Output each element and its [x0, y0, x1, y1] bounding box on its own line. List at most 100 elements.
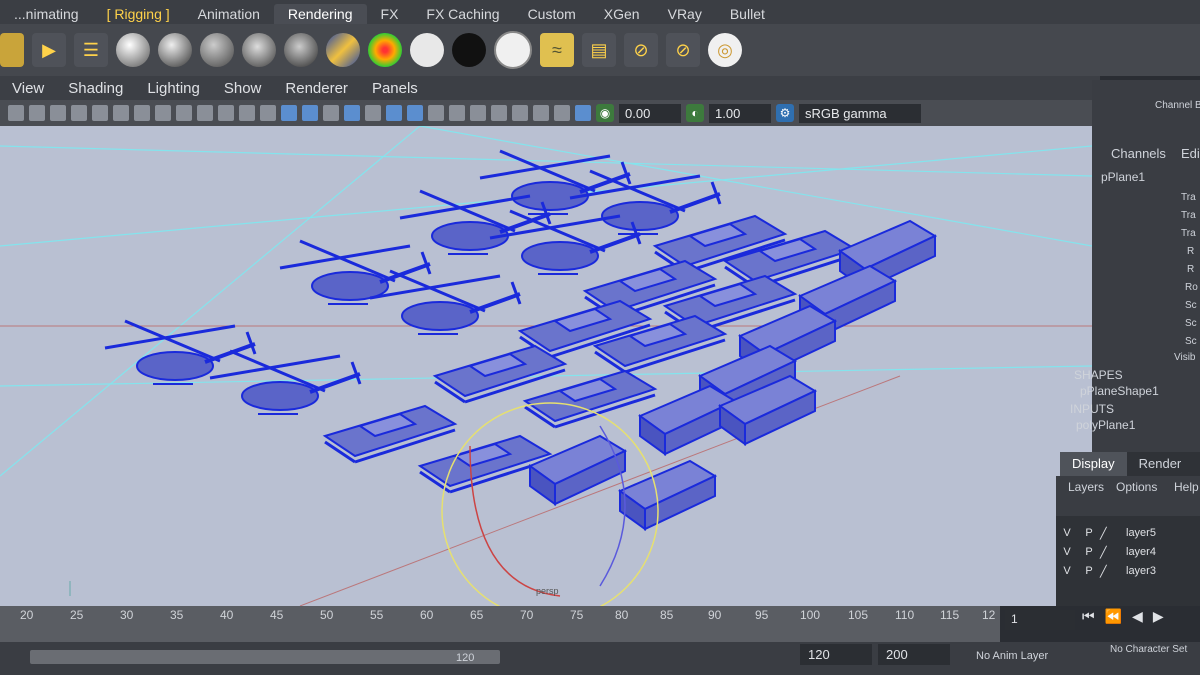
- attr-translate-y[interactable]: Tra: [1181, 210, 1196, 221]
- shelf-tab-rigging[interactable]: [ Rigging ]: [93, 4, 184, 24]
- color-management-icon[interactable]: ⚙: [776, 104, 794, 122]
- time-slider[interactable]: 20 25 30 35 40 45 50 55 60 65 70 75 80 8…: [0, 606, 1000, 642]
- attr-rotate-z[interactable]: Ro: [1185, 282, 1198, 293]
- camera-attributes-icon[interactable]: [29, 105, 45, 121]
- sphere-blinn-icon[interactable]: [158, 33, 192, 67]
- sphere-phong-icon[interactable]: [242, 33, 276, 67]
- sphere-black-icon[interactable]: [452, 33, 486, 67]
- sphere-heat-icon[interactable]: [368, 33, 402, 67]
- sphere-outline-icon[interactable]: [494, 31, 532, 69]
- layer-row-3[interactable]: V P ╱ layer3: [1056, 562, 1200, 580]
- shelf-tab-animating[interactable]: ...nimating: [0, 4, 93, 24]
- attr-visibility[interactable]: Visib: [1174, 352, 1196, 363]
- layer3-visibility[interactable]: V: [1056, 565, 1078, 577]
- layers-menu[interactable]: Layers: [1068, 480, 1104, 494]
- resolution-gate-icon[interactable]: [176, 105, 192, 121]
- layer4-name[interactable]: layer4: [1126, 546, 1156, 558]
- shape-name[interactable]: pPlaneShape1: [1080, 384, 1159, 398]
- isolate-select-icon[interactable]: [512, 105, 528, 121]
- render-view-icon[interactable]: ≈: [540, 33, 574, 67]
- help-menu[interactable]: Help: [1174, 480, 1199, 494]
- menu-shading[interactable]: Shading: [56, 80, 135, 97]
- current-frame-field[interactable]: 1: [1005, 610, 1075, 630]
- depth-of-field-icon[interactable]: [491, 105, 507, 121]
- default-material-icon[interactable]: [323, 105, 339, 121]
- textured-icon[interactable]: [365, 105, 381, 121]
- gamma-icon[interactable]: ◐: [686, 104, 704, 122]
- camera-icon[interactable]: [0, 33, 24, 67]
- menu-show[interactable]: Show: [212, 80, 274, 97]
- film-gate-icon[interactable]: [155, 105, 171, 121]
- twod-pan-icon[interactable]: [92, 105, 108, 121]
- shelf-tab-animation[interactable]: Animation: [184, 4, 274, 24]
- sphere-white-icon[interactable]: [410, 33, 444, 67]
- display-tab[interactable]: Display: [1060, 452, 1127, 476]
- attr-translate-z[interactable]: Tra: [1181, 228, 1196, 239]
- layer5-name[interactable]: layer5: [1126, 527, 1156, 539]
- attr-scale-x[interactable]: Sc: [1185, 300, 1197, 311]
- gamma-field[interactable]: 1.00: [709, 103, 771, 123]
- color-space-field[interactable]: sRGB gamma: [799, 103, 921, 123]
- attr-scale-y[interactable]: Sc: [1185, 318, 1197, 329]
- end-time-field[interactable]: 120: [800, 644, 872, 665]
- xray-icon[interactable]: [533, 105, 549, 121]
- ipr-render-icon[interactable]: ⊘: [624, 33, 658, 67]
- layer-row-5[interactable]: V P ╱ layer5: [1056, 524, 1200, 542]
- layer4-playback[interactable]: P: [1078, 546, 1100, 558]
- render-target-icon[interactable]: ◎: [708, 33, 742, 67]
- input-name[interactable]: polyPlane1: [1076, 418, 1135, 432]
- layer3-playback[interactable]: P: [1078, 565, 1100, 577]
- shelf-tab-bullet[interactable]: Bullet: [716, 4, 779, 24]
- play-forward-icon[interactable]: ▶: [1153, 608, 1164, 625]
- xray-active-icon[interactable]: [554, 105, 570, 121]
- layer-row-4[interactable]: V P ╱ layer4: [1056, 543, 1200, 561]
- range-slider-track[interactable]: [30, 650, 500, 664]
- shadows-icon[interactable]: [407, 105, 423, 121]
- anim-layer-dropdown[interactable]: No Anim Layer: [976, 650, 1048, 662]
- render-settings-icon[interactable]: ☰: [74, 33, 108, 67]
- layer5-playback[interactable]: P: [1078, 527, 1100, 539]
- motion-blur-icon[interactable]: [449, 105, 465, 121]
- perspective-viewport[interactable]: persp: [0, 126, 1092, 606]
- safe-title-icon[interactable]: [260, 105, 276, 121]
- screen-space-ao-icon[interactable]: [428, 105, 444, 121]
- batch-render-icon[interactable]: ⊘: [666, 33, 700, 67]
- end-playback-field[interactable]: 200: [878, 644, 950, 665]
- step-back-frame-icon[interactable]: ◀: [1132, 608, 1143, 625]
- shelf-tab-xgen[interactable]: XGen: [590, 4, 654, 24]
- shelf-tab-fx-caching[interactable]: FX Caching: [412, 4, 513, 24]
- layer3-color-icon[interactable]: ╱: [1100, 565, 1126, 578]
- xray-joints-icon[interactable]: [575, 105, 591, 121]
- image-plane-icon[interactable]: [71, 105, 87, 121]
- grease-pencil-icon[interactable]: [113, 105, 129, 121]
- attr-rotate-x[interactable]: R: [1187, 246, 1194, 257]
- options-menu[interactable]: Options: [1116, 480, 1157, 494]
- shelf-tab-fx[interactable]: FX: [367, 4, 413, 24]
- wireframe-on-shaded-icon[interactable]: [344, 105, 360, 121]
- select-camera-icon[interactable]: [8, 105, 24, 121]
- layer4-color-icon[interactable]: ╱: [1100, 546, 1126, 559]
- bookmark-icon[interactable]: [50, 105, 66, 121]
- multisample-aa-icon[interactable]: [470, 105, 486, 121]
- sphere-ramp-icon[interactable]: [326, 33, 360, 67]
- layer3-name[interactable]: layer3: [1126, 565, 1156, 577]
- gate-mask-icon[interactable]: [197, 105, 213, 121]
- render-frame-icon[interactable]: ▤: [582, 33, 616, 67]
- smooth-shade-icon[interactable]: [302, 105, 318, 121]
- attr-rotate-y[interactable]: R: [1187, 264, 1194, 275]
- sphere-phonge-icon[interactable]: [284, 33, 318, 67]
- grid-icon[interactable]: [134, 105, 150, 121]
- channels-tab[interactable]: Channels: [1111, 146, 1166, 161]
- menu-lighting[interactable]: Lighting: [135, 80, 212, 97]
- attr-scale-z[interactable]: Sc: [1185, 336, 1197, 347]
- shelf-tab-rendering[interactable]: Rendering: [273, 4, 367, 24]
- menu-renderer[interactable]: Renderer: [273, 80, 360, 97]
- menu-view[interactable]: View: [0, 80, 56, 97]
- edit-tab[interactable]: Edi: [1181, 146, 1200, 161]
- attr-translate-x[interactable]: Tra: [1181, 192, 1196, 203]
- layer4-visibility[interactable]: V: [1056, 546, 1078, 558]
- sphere-ambient-icon[interactable]: [116, 33, 150, 67]
- layer5-visibility[interactable]: V: [1056, 527, 1078, 539]
- use-all-lights-icon[interactable]: [386, 105, 402, 121]
- layer5-color-icon[interactable]: ╱: [1100, 527, 1126, 540]
